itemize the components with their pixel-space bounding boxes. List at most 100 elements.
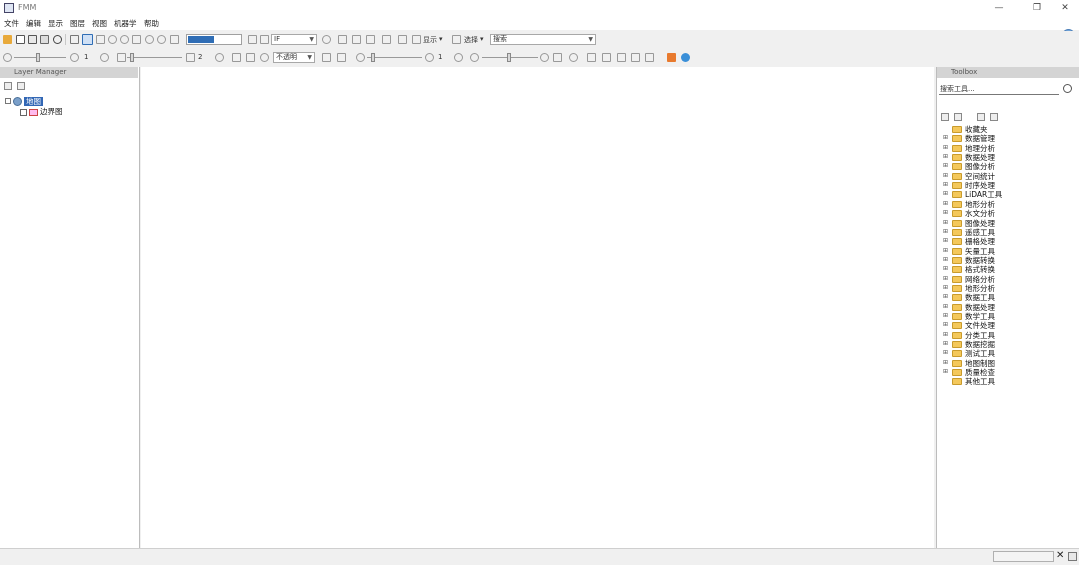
category-expander-icon[interactable]: ⊞ <box>943 181 951 188</box>
color-map-icon[interactable] <box>631 53 640 62</box>
toolbox-category[interactable]: ⊞ 栅格处理 <box>937 237 1077 246</box>
category-expander-icon[interactable]: ⊞ <box>943 247 951 254</box>
display-dropdown[interactable]: 显示 <box>423 35 437 45</box>
toolbox-category[interactable]: ⊞ 数据工具 <box>937 293 1077 302</box>
toolbox-category[interactable]: ⊞ 水文分析 <box>937 209 1077 218</box>
layer-node-label[interactable]: 边界图 <box>40 107 63 116</box>
outline-width-value[interactable]: 2 <box>198 53 202 61</box>
help-icon[interactable] <box>70 35 79 44</box>
zoom-prev-icon[interactable] <box>145 35 154 44</box>
category-expander-icon[interactable]: ⊞ <box>943 331 951 338</box>
image-settings-icon[interactable] <box>540 53 549 62</box>
toolbox-category[interactable]: ⊞ 矢量工具 <box>937 247 1077 256</box>
toolbox-category[interactable]: ⊞ 图像分析 <box>937 162 1077 171</box>
new-icon[interactable] <box>16 35 25 44</box>
print-icon[interactable] <box>40 35 49 44</box>
close-button[interactable]: ✕ <box>1050 0 1079 17</box>
map-expander-icon[interactable] <box>5 98 11 104</box>
category-expander-icon[interactable]: ⊞ <box>943 162 951 169</box>
category-expander-icon[interactable]: ⊞ <box>943 237 951 244</box>
menu-file[interactable]: 文件 <box>4 18 19 29</box>
identify-icon[interactable] <box>248 35 257 44</box>
display-dropdown-arrow[interactable]: ▾ <box>439 35 443 43</box>
category-expander-icon[interactable]: ⊞ <box>943 275 951 282</box>
save-icon[interactable] <box>28 35 37 44</box>
category-expander-icon[interactable]: ⊞ <box>943 303 951 310</box>
display-icon[interactable] <box>412 35 421 44</box>
contrast-icon[interactable] <box>425 53 434 62</box>
point-size-slider[interactable] <box>14 57 66 58</box>
category-expander-icon[interactable]: ⊞ <box>943 349 951 356</box>
classify-icon[interactable] <box>645 53 654 62</box>
collapse-all-icon[interactable] <box>17 82 25 90</box>
minimize-button[interactable]: — <box>984 0 1014 17</box>
settings-icon[interactable] <box>53 35 62 44</box>
zoom-in-icon[interactable] <box>108 35 117 44</box>
draw-icon[interactable] <box>366 35 375 44</box>
toolbox-category[interactable]: ⊞ 分类工具 <box>937 331 1077 340</box>
open-icon[interactable] <box>3 35 12 44</box>
point-size-knob[interactable] <box>36 53 40 62</box>
category-expander-icon[interactable]: ⊞ <box>943 209 951 216</box>
point-color-icon[interactable] <box>3 53 12 62</box>
layer-combo[interactable]: IF ▼ <box>271 34 317 45</box>
brightness-slider[interactable] <box>367 57 422 58</box>
line-color-icon[interactable] <box>70 53 79 62</box>
table-icon[interactable] <box>338 35 347 44</box>
toolbox-category[interactable]: ⊞ 地形分析 <box>937 284 1077 293</box>
expand-all-icon[interactable] <box>4 82 12 90</box>
category-expander-icon[interactable]: ⊞ <box>943 190 951 197</box>
menu-layer[interactable]: 图层 <box>70 18 85 29</box>
toolbox-refresh-icon[interactable] <box>1063 84 1072 93</box>
pan-icon[interactable] <box>96 35 105 44</box>
toolbox-category[interactable]: 收藏夹 <box>937 125 1077 134</box>
category-expander-icon[interactable]: ⊞ <box>943 312 951 319</box>
refresh-style-icon[interactable] <box>100 53 109 62</box>
gamma-icon[interactable] <box>470 53 479 62</box>
toolbox-category[interactable]: ⊞ 地图制图 <box>937 359 1077 368</box>
attribute-icon[interactable] <box>382 35 391 44</box>
toolbox-category[interactable]: ⊞ 数据管理 <box>937 134 1077 143</box>
fill-icon[interactable] <box>117 53 126 62</box>
map-canvas[interactable] <box>141 67 934 548</box>
font-icon[interactable] <box>246 53 255 62</box>
menu-display[interactable]: 显示 <box>48 18 63 29</box>
toolbox-category[interactable]: ⊞ 时序处理 <box>937 181 1077 190</box>
toolbox-category[interactable]: ⊞ 数据处理 <box>937 303 1077 312</box>
edit-icon[interactable] <box>352 35 361 44</box>
category-expander-icon[interactable]: ⊞ <box>943 153 951 160</box>
toolbox-category[interactable]: ⊞ 地理分析 <box>937 144 1077 153</box>
toolbox-search-input[interactable] <box>939 83 1059 95</box>
menu-ml[interactable]: 机器学 <box>114 18 137 29</box>
toolbox-category[interactable]: ⊞ 质量检查 <box>937 368 1077 377</box>
image-reset-icon[interactable] <box>553 53 562 62</box>
transparency-combo[interactable]: 不透明 ▼ <box>273 52 315 63</box>
tree-row-layer[interactable]: 边界图 <box>20 106 63 117</box>
brightness-icon[interactable] <box>356 53 365 62</box>
status-cancel-icon[interactable]: ✕ <box>1056 550 1064 562</box>
toolbox-search-down-icon[interactable] <box>990 113 998 121</box>
toolbox-category[interactable]: ⊞ 地形分析 <box>937 200 1077 209</box>
tree-row-map[interactable]: 地图 <box>5 96 43 106</box>
toolbox-collapse-icon[interactable] <box>954 113 962 121</box>
zoom-extent-icon[interactable] <box>132 35 141 44</box>
category-expander-icon[interactable]: ⊞ <box>943 321 951 328</box>
category-expander-icon[interactable]: ⊞ <box>943 134 951 141</box>
grid-icon[interactable] <box>337 53 346 62</box>
fill-knob[interactable] <box>130 53 134 62</box>
refresh-map-icon[interactable] <box>322 35 331 44</box>
toolbox-category[interactable]: ⊞ 数学工具 <box>937 312 1077 321</box>
category-expander-icon[interactable]: ⊞ <box>943 340 951 347</box>
plugin-icon[interactable] <box>667 53 676 62</box>
category-expander-icon[interactable]: ⊞ <box>943 172 951 179</box>
legend-icon[interactable] <box>398 35 407 44</box>
rotate-icon[interactable] <box>569 53 578 62</box>
measure-icon[interactable] <box>170 35 179 44</box>
category-expander-icon[interactable]: ⊞ <box>943 256 951 263</box>
category-expander-icon[interactable]: ⊞ <box>943 293 951 300</box>
resize-grip-icon[interactable] <box>1068 552 1077 561</box>
category-expander-icon[interactable]: ⊞ <box>943 219 951 226</box>
search-combo[interactable]: 搜索 ▼ <box>490 34 596 45</box>
gamma-knob[interactable] <box>507 53 511 62</box>
menu-view[interactable]: 视图 <box>92 18 107 29</box>
